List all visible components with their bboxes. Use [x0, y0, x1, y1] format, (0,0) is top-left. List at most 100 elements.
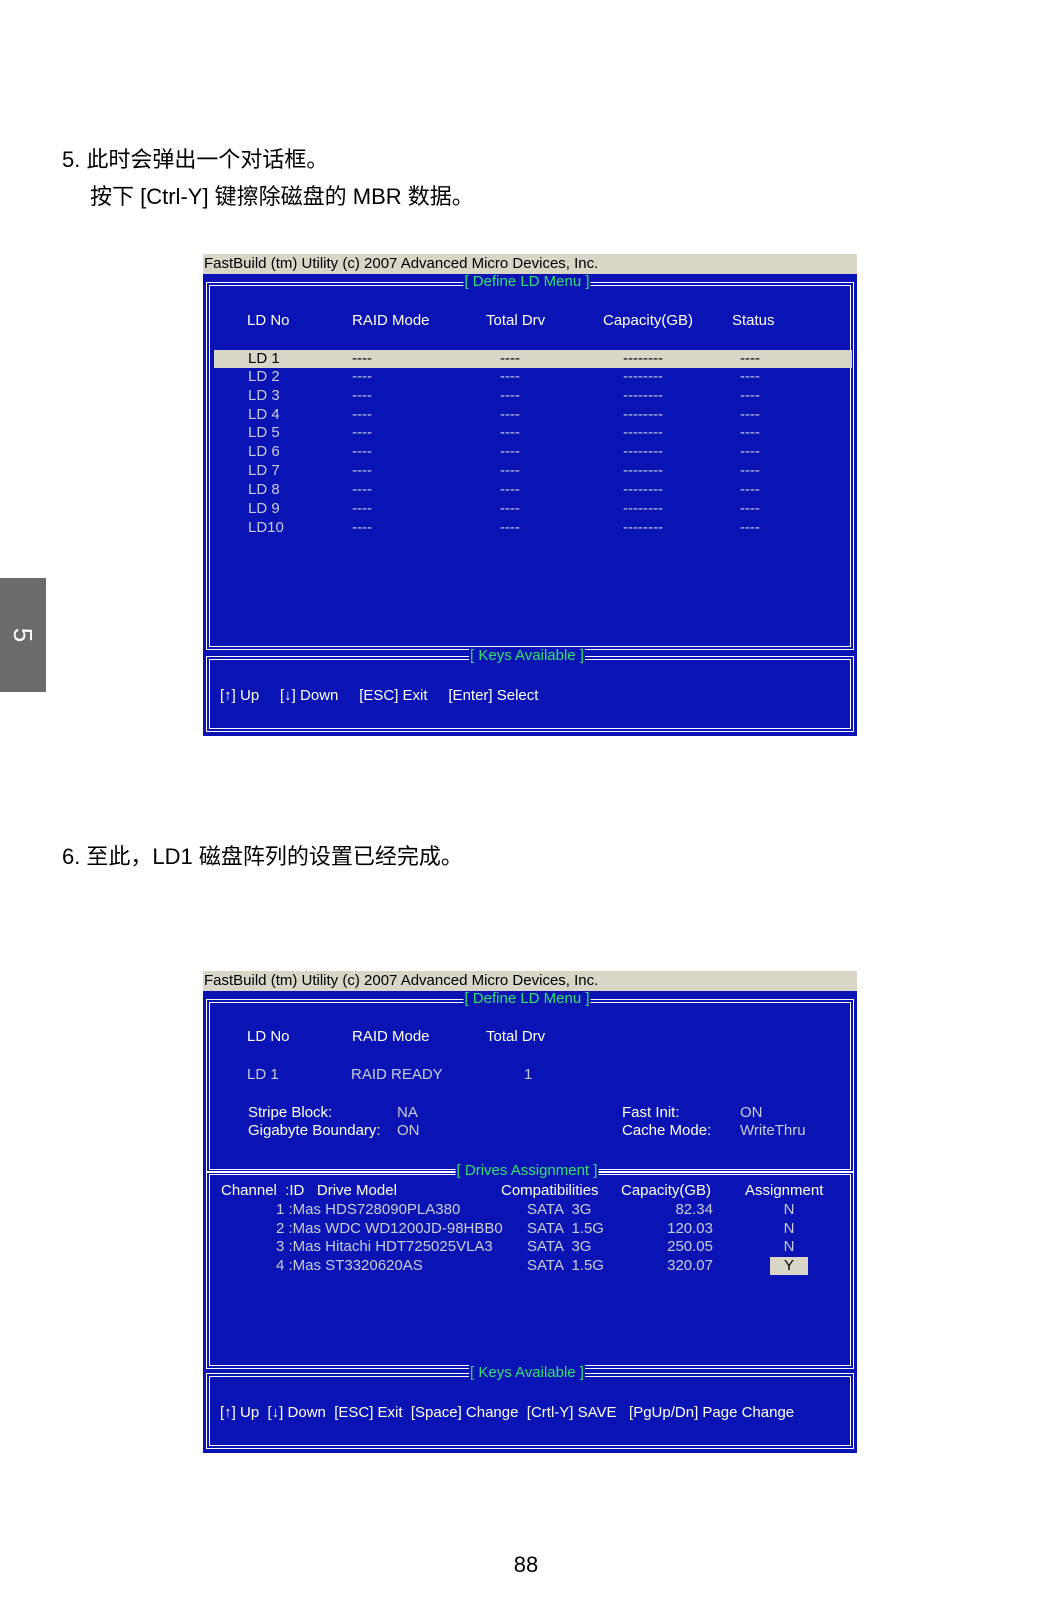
- bios-titlebar: FastBuild (tm) Utility (c) 2007 Advanced…: [203, 254, 857, 274]
- header-assignment: Assignment: [745, 1182, 824, 1199]
- ld-no-cell: LD 3: [248, 387, 280, 404]
- step-5: 5. 此时会弹出一个对话框。: [62, 147, 328, 173]
- header-total-drv: Total Drv: [486, 312, 546, 329]
- capacity-cell: --------: [623, 462, 663, 479]
- raid-mode-cell: ----: [352, 500, 372, 517]
- raid-mode-value[interactable]: RAID READY: [351, 1066, 443, 1084]
- ld-no-cell: LD 4: [248, 406, 280, 423]
- status-cell: ----: [740, 387, 760, 404]
- define-ld-menu-title: [ Define LD Menu ]: [463, 273, 591, 290]
- capacity-cell: --------: [623, 424, 663, 441]
- drive-capacity: 250.05: [667, 1238, 713, 1255]
- raid-mode-cell: ----: [352, 350, 372, 367]
- step-6-text: 至此，LD1 磁盘阵列的设置已经完成。: [86, 844, 463, 869]
- ld-no-cell: LD 2: [248, 368, 280, 385]
- capacity-cell: --------: [623, 500, 663, 517]
- drive-assignment[interactable]: N: [770, 1238, 808, 1256]
- drive-assignment[interactable]: N: [770, 1220, 808, 1238]
- header-compatibilities: Compatibilities: [501, 1182, 599, 1199]
- status-cell: ----: [740, 462, 760, 479]
- status-cell: ----: [740, 350, 760, 367]
- capacity-cell: --------: [623, 481, 663, 498]
- drive-compat: SATA 3G: [527, 1201, 592, 1218]
- ld-no-cell: LD 9: [248, 500, 280, 517]
- raid-mode-cell: ----: [352, 519, 372, 536]
- total-drv-cell: ----: [500, 387, 520, 404]
- total-drv-cell: ----: [500, 443, 520, 460]
- step-5-number: 5.: [62, 147, 81, 172]
- raid-mode-cell: ----: [352, 406, 372, 423]
- chapter-tab-label: 5: [8, 627, 39, 643]
- chapter-tab: 5: [0, 578, 46, 692]
- gigabyte-boundary-label: Gigabyte Boundary:: [248, 1122, 381, 1139]
- page-number: 88: [513, 1552, 539, 1577]
- capacity-cell: --------: [623, 368, 663, 385]
- total-drv-value: 1: [524, 1066, 533, 1083]
- header-ld-no: LD No: [247, 312, 290, 329]
- status-cell: ----: [740, 519, 760, 536]
- drives-assignment-title: [ Drives Assignment ]: [455, 1162, 599, 1179]
- cache-mode-value[interactable]: WriteThru: [740, 1122, 806, 1140]
- ld-no-cell: LD 6: [248, 443, 280, 460]
- drive-id-model: 3 :Mas Hitachi HDT725025VLA3: [276, 1238, 493, 1255]
- fast-init-value[interactable]: ON: [740, 1104, 763, 1122]
- fastbuild-screen-define-ld: FastBuild (tm) Utility (c) 2007 Advanced…: [203, 254, 857, 736]
- fastbuild-screen-drive-assignment: FastBuild (tm) Utility (c) 2007 Advanced…: [203, 971, 857, 1453]
- drive-capacity: 120.03: [667, 1220, 713, 1237]
- header-capacity: Capacity(GB): [621, 1182, 712, 1199]
- capacity-cell: --------: [623, 350, 663, 367]
- header-total-drv: Total Drv: [486, 1028, 546, 1045]
- raid-mode-cell: ----: [352, 424, 372, 441]
- bios-titlebar: FastBuild (tm) Utility (c) 2007 Advanced…: [203, 971, 857, 991]
- drive-assignment[interactable]: N: [770, 1201, 808, 1219]
- status-cell: ----: [740, 481, 760, 498]
- cache-mode-label: Cache Mode:: [622, 1122, 712, 1139]
- drive-id-model: 2 :Mas WDC WD1200JD-98HBB0: [276, 1220, 503, 1237]
- drive-capacity: 320.07: [667, 1257, 713, 1274]
- ld-no-cell: LD10: [248, 519, 284, 536]
- total-drv-cell: ----: [500, 462, 520, 479]
- drive-capacity: 82.34: [675, 1201, 713, 1218]
- status-cell: ----: [740, 368, 760, 385]
- ld-no-cell: LD 5: [248, 424, 280, 441]
- step-6-number: 6.: [62, 844, 81, 869]
- stripe-block-value[interactable]: NA: [397, 1104, 418, 1122]
- raid-mode-cell: ----: [352, 368, 372, 385]
- ld-no-cell: LD 1: [248, 350, 280, 367]
- raid-mode-cell: ----: [352, 443, 372, 460]
- keys-available-title: [ Keys Available ]: [469, 1364, 585, 1381]
- total-drv-cell: ----: [500, 368, 520, 385]
- drive-compat: SATA 1.5G: [527, 1257, 604, 1274]
- total-drv-cell: ----: [500, 500, 520, 517]
- header-channel-id-model: Channel :ID Drive Model: [221, 1182, 397, 1199]
- status-cell: ----: [740, 424, 760, 441]
- header-raid-mode: RAID Mode: [352, 1028, 430, 1045]
- drive-id-model: 4 :Mas ST3320620AS: [276, 1257, 423, 1274]
- capacity-cell: --------: [623, 443, 663, 460]
- total-drv-cell: ----: [500, 350, 520, 367]
- header-raid-mode: RAID Mode: [352, 312, 430, 329]
- ld-no-cell: LD 7: [248, 462, 280, 479]
- capacity-cell: --------: [623, 519, 663, 536]
- ld-no-cell: LD 8: [248, 481, 280, 498]
- keys-help-text: [↑] Up [↓] Down [ESC] Exit [Enter] Selec…: [220, 687, 539, 704]
- capacity-cell: --------: [623, 387, 663, 404]
- status-cell: ----: [740, 406, 760, 423]
- total-drv-cell: ----: [500, 406, 520, 423]
- status-cell: ----: [740, 443, 760, 460]
- raid-mode-cell: ----: [352, 462, 372, 479]
- drive-assignment-selected[interactable]: Y: [770, 1257, 808, 1275]
- header-capacity: Capacity(GB): [603, 312, 694, 329]
- drive-compat: SATA 1.5G: [527, 1220, 604, 1237]
- drive-compat: SATA 3G: [527, 1238, 592, 1255]
- raid-mode-cell: ----: [352, 481, 372, 498]
- fast-init-label: Fast Init:: [622, 1104, 680, 1121]
- total-drv-cell: ----: [500, 519, 520, 536]
- gigabyte-boundary-value[interactable]: ON: [397, 1122, 420, 1140]
- drive-id-model: 1 :Mas HDS728090PLA380: [276, 1201, 461, 1218]
- raid-mode-cell: ----: [352, 387, 372, 404]
- step-5-text: 此时会弹出一个对话框。: [86, 147, 329, 172]
- step-6: 6. 至此，LD1 磁盘阵列的设置已经完成。: [62, 844, 463, 870]
- stripe-block-label: Stripe Block:: [248, 1104, 333, 1121]
- define-ld-menu-frame: [206, 999, 854, 1173]
